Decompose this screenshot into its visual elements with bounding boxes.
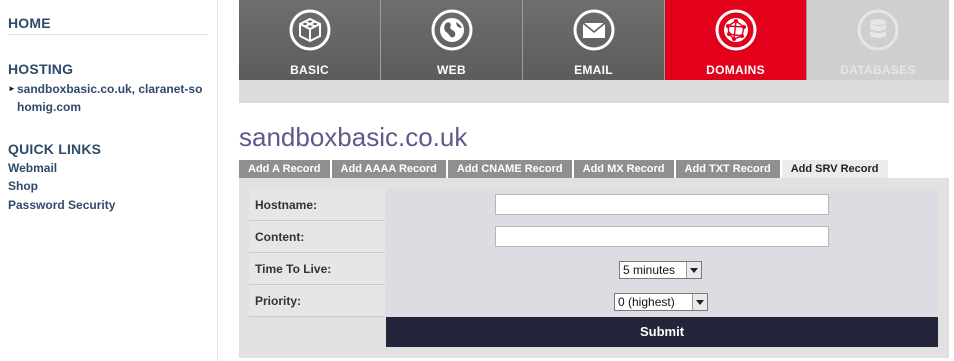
priority-select-value: 0 (highest) [618,295,675,309]
cube-icon [289,9,330,51]
network-globe-icon [715,9,756,51]
priority-cell: 0 (highest) [386,285,938,317]
database-icon [857,9,899,51]
service-tab-label: BASIC [290,63,329,77]
chevron-down-icon [692,294,707,310]
quick-link-shop[interactable]: Shop [8,179,38,193]
tab-add-srv-record[interactable]: Add SRV Record [781,160,888,178]
content-label: Content: [249,221,385,253]
quick-links-heading: QUICK LINKS [8,141,102,157]
hostname-cell [386,189,938,221]
record-tab-bar: Add A Record Add AAAA Record Add CNAME R… [239,160,890,178]
tab-add-mx-record[interactable]: Add MX Record [573,160,674,178]
bullet-arrow-icon: ► [8,84,16,93]
sidebar: HOME HOSTING ► sandboxbasic.co.uk, clara… [0,0,218,361]
service-tab-domains[interactable]: DOMAINS [665,0,807,80]
content-input[interactable] [495,226,829,247]
form-row-priority: Priority: 0 (highest) [249,285,939,317]
hostname-input[interactable] [495,194,829,215]
service-tab-databases[interactable]: DATABASES [807,0,949,80]
tab-add-cname-record[interactable]: Add CNAME Record [447,160,572,178]
sidebar-divider [8,34,208,35]
tab-add-txt-record[interactable]: Add TXT Record [675,160,780,178]
content-cell [386,221,938,253]
form-row-content: Content: [249,221,939,253]
service-tab-label: WEB [437,63,466,77]
priority-select[interactable]: 0 (highest) [614,293,708,311]
form-row-hostname: Hostname: [249,189,939,221]
service-tab-web[interactable]: WEB [381,0,523,80]
sidebar-site-link[interactable]: sandboxbasic.co.uk, claranet-sohomig.com [8,80,208,116]
service-tab-basic[interactable]: BASIC [239,0,381,80]
sidebar-home-link[interactable]: HOME [8,15,51,31]
service-tab-bar: BASIC WEB EMAIL DOMAINS DATABASES [239,0,949,80]
service-tab-email[interactable]: EMAIL [523,0,665,80]
srv-record-form: Hostname: Content: Time To Live: 5 minut… [239,178,949,358]
chevron-down-icon [686,262,701,278]
ttl-cell: 5 minutes [386,253,938,285]
sidebar-hosting-heading: HOSTING [8,61,74,77]
hostname-label: Hostname: [249,189,385,221]
service-tab-label: DOMAINS [706,63,765,77]
service-tab-label: DATABASES [840,63,916,77]
sidebar-site-item[interactable]: ► sandboxbasic.co.uk, claranet-sohomig.c… [8,80,208,116]
ttl-label: Time To Live: [249,253,385,285]
quick-link-webmail[interactable]: Webmail [8,161,57,175]
ttl-select[interactable]: 5 minutes [619,261,702,279]
envelope-icon [573,9,614,51]
globe-icon [431,9,472,51]
submit-button[interactable]: Submit [386,317,938,347]
tab-add-a-record[interactable]: Add A Record [239,160,330,178]
service-tab-label: EMAIL [574,63,613,77]
subnav-strip [239,80,949,103]
page-title: sandboxbasic.co.uk [239,122,468,152]
quick-link-password-security[interactable]: Password Security [8,198,115,212]
tab-add-aaaa-record[interactable]: Add AAAA Record [331,160,446,178]
form-row-ttl: Time To Live: 5 minutes [249,253,939,285]
ttl-select-value: 5 minutes [623,263,676,277]
priority-label: Priority: [249,285,385,317]
